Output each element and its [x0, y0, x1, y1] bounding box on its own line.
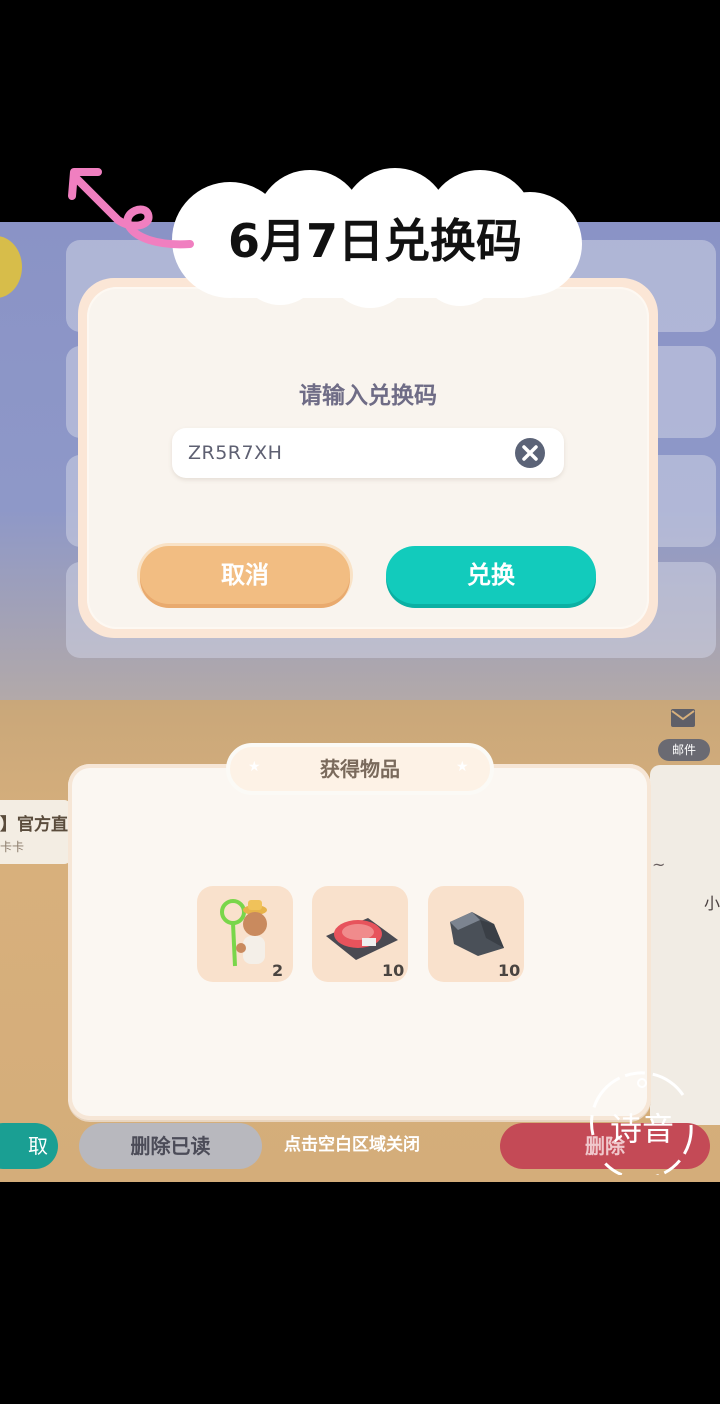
redeem-button[interactable]: 兑换: [386, 546, 596, 604]
overlay-title: 6月7日兑换码: [227, 214, 522, 268]
item-count: 2: [272, 961, 284, 980]
background-detail-text: 小: [704, 894, 720, 913]
background-detail-mark: ~: [652, 855, 666, 874]
rewards-title: 获得物品: [320, 757, 400, 781]
claim-button[interactable]: 取: [0, 1123, 58, 1169]
star-icon: ★: [248, 759, 261, 775]
redeem-code-value[interactable]: ZR5R7XH: [188, 442, 282, 464]
mail-tab-label[interactable]: 邮件: [658, 739, 710, 761]
item-count: 10: [382, 961, 405, 980]
cancel-button[interactable]: 取消: [140, 546, 350, 604]
delete-read-button[interactable]: 删除已读: [79, 1123, 262, 1169]
arrow-icon: [68, 168, 194, 249]
tap-to-close-hint[interactable]: 点击空白区域关闭: [284, 1130, 420, 1155]
clear-icon[interactable]: [514, 437, 546, 469]
star-icon: ★: [456, 759, 469, 775]
redeem-prompt: 请输入兑换码: [299, 383, 437, 409]
background-mail-sender: 卡卡: [0, 840, 25, 854]
watermark-text: 诗音: [610, 1110, 675, 1148]
item-count: 10: [498, 961, 521, 980]
mail-icon[interactable]: [670, 708, 696, 728]
background-mail-title: 】官方直: [0, 815, 68, 835]
